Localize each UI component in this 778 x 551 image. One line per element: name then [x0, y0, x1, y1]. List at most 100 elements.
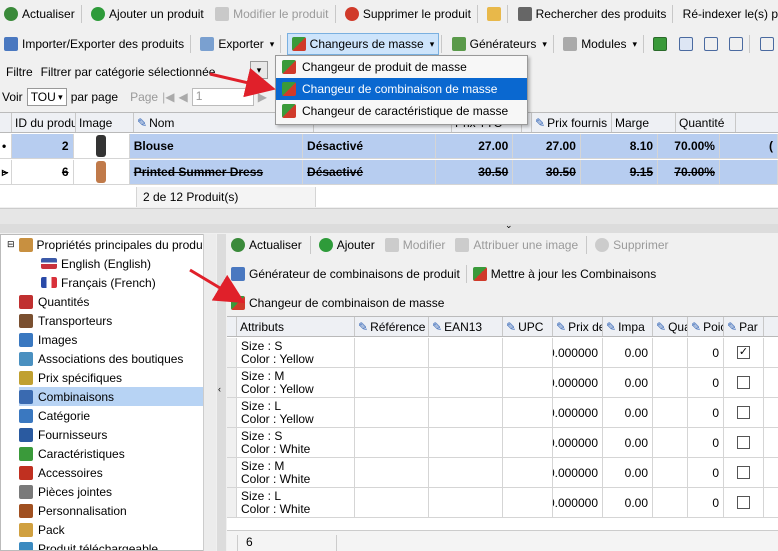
generators-dropdown[interactable]: Générateurs — [448, 33, 551, 55]
default-checkbox[interactable] — [737, 376, 750, 389]
export-dropdown[interactable]: Exporter — [196, 33, 278, 55]
per-page-select[interactable]: TOU ▾ — [26, 88, 67, 106]
tree-lang-fr[interactable]: Français (French) — [41, 273, 156, 292]
tree-item[interactable]: Quantités — [19, 292, 89, 311]
tree-item[interactable]: Combinaisons — [19, 387, 204, 406]
mass-combination-changer-button[interactable]: Changeur de combinaison de masse — [227, 292, 448, 314]
mass-changers-dropdown[interactable]: Changeurs de masse — [286, 33, 440, 55]
vertical-splitter[interactable]: ‹ — [217, 234, 226, 551]
combo-add-button[interactable]: Ajouter — [315, 234, 379, 256]
product-grid: ID du produi Image ✎Nom Prix TTC ✎Prix f… — [0, 112, 778, 207]
default-checkbox[interactable]: ✓ — [737, 346, 750, 359]
first-page-icon[interactable]: |◀ — [162, 90, 174, 104]
table-row[interactable]: • 2 Blouse Désactivé 27.00 27.00 8.10 70… — [0, 134, 778, 159]
folder-button[interactable] — [483, 3, 505, 25]
assign-image-button[interactable]: Attribuer une image — [451, 234, 582, 256]
tree-item[interactable]: Caractéristiques — [19, 444, 125, 463]
refresh-icon — [4, 7, 18, 21]
tree-item-icon — [19, 522, 33, 537]
collapse-icon[interactable]: ⌄ — [505, 220, 513, 231]
export-icon — [200, 37, 215, 51]
combo-delete-button[interactable]: Supprimer — [591, 234, 672, 256]
delete-icon — [595, 238, 610, 252]
filter-dropdown-button[interactable]: ▾ — [250, 61, 268, 79]
table-row[interactable]: Size : SColor : White0.0000000.000 — [227, 428, 778, 458]
tree-item[interactable]: Pack — [19, 520, 65, 539]
tree-item[interactable]: Transporteurs — [19, 311, 112, 330]
combo-edit-button[interactable]: Modifier — [381, 234, 450, 256]
tree-item[interactable]: Catégorie — [19, 406, 90, 425]
tree-item[interactable]: Associations des boutiques — [19, 349, 183, 368]
modules-icon — [563, 37, 578, 51]
table-row[interactable]: Size : LColor : Yellow0.0000000.000 — [227, 398, 778, 428]
menu-item-product-mass-changer[interactable]: Changeur de produit de masse — [276, 56, 527, 78]
tree-item[interactable]: Personnalisation — [19, 501, 127, 520]
col-weight[interactable]: ✎Poic — [688, 317, 724, 336]
col-supplier-price[interactable]: ✎ Prix fournis — [532, 113, 612, 132]
splitter[interactable]: ⌄ — [0, 220, 778, 233]
edit-product-button[interactable]: Modifier le produit — [211, 3, 332, 25]
col-quantity[interactable]: ✎Qua — [653, 317, 688, 336]
col-ean13[interactable]: ✎ EAN13 — [429, 317, 503, 336]
table-row[interactable]: Size : MColor : Yellow0.0000000.000 — [227, 368, 778, 398]
col-id[interactable]: ID du produi — [12, 113, 76, 132]
pager: Voir TOU ▾ par page Page |◀ ◀ 1 ▶ — [2, 88, 267, 106]
col-default[interactable]: ✎ Par — [724, 317, 764, 336]
add-product-button[interactable]: Ajouter un produit — [87, 3, 208, 25]
tree-item[interactable]: Accessoires — [19, 463, 103, 482]
page-input[interactable]: 1 — [191, 88, 254, 106]
col-reference[interactable]: ✎ Référence — [355, 317, 429, 336]
tree-item[interactable]: Fournisseurs — [19, 425, 107, 444]
col-upc[interactable]: ✎ UPC — [503, 317, 553, 336]
modules-dropdown[interactable]: Modules — [559, 33, 641, 55]
update-combinations-button[interactable]: Mettre à jour les Combinaisons — [469, 263, 660, 285]
collapse-left-icon[interactable]: ‹ — [218, 384, 221, 394]
tree-root[interactable]: ⊟ Propriétés principales du produit — [7, 235, 209, 254]
table-row[interactable]: Size : LColor : White0.0000000.000 — [227, 488, 778, 518]
tree-item-icon — [19, 484, 33, 499]
delete-icon — [344, 7, 359, 21]
next-page-icon[interactable]: ▶ — [258, 90, 267, 104]
tree-item[interactable]: Images — [19, 330, 77, 349]
search-products-button[interactable]: Rechercher des produits — [514, 3, 671, 25]
delete-product-button[interactable]: Supprimer le produit — [341, 3, 475, 25]
default-checkbox[interactable] — [737, 466, 750, 479]
tool-button-2[interactable] — [675, 33, 697, 55]
tree-item[interactable]: Pièces jointes — [19, 482, 112, 501]
tool-button-3[interactable] — [700, 33, 722, 55]
horizontal-scrollbar[interactable] — [0, 208, 778, 224]
tool-button-1[interactable] — [649, 33, 671, 55]
combo-refresh-button[interactable]: Actualiser — [227, 234, 306, 256]
table-row[interactable]: ▹ 6 Printed Summer Dress Désactivé 30.50… — [0, 160, 778, 185]
default-checkbox[interactable] — [737, 406, 750, 419]
table-row[interactable]: Size : SColor : Yellow0.0000000.000✓ — [227, 338, 778, 368]
tree-item[interactable]: Prix spécifiques — [19, 368, 122, 387]
menu-item-feature-mass-changer[interactable]: Changeur de caractéristique de masse — [276, 100, 527, 122]
import-export-button[interactable]: Importer/Exporter des produits — [0, 33, 188, 55]
menu-item-combination-mass-changer[interactable]: Changeur de combinaison de masse — [276, 78, 527, 100]
col-image[interactable]: Image — [76, 113, 134, 132]
combo-toolbar-3: Changeur de combinaison de masse — [227, 292, 778, 314]
tree-item-icon — [19, 427, 33, 442]
default-checkbox[interactable] — [737, 496, 750, 509]
tool-button-4[interactable] — [725, 33, 747, 55]
combination-generator-button[interactable]: Générateur de combinaisons de produit — [227, 263, 464, 285]
fit-icon — [704, 37, 719, 51]
tree-scrollbar[interactable] — [203, 234, 216, 551]
col-attributes[interactable]: Attributs — [237, 317, 355, 336]
col-price[interactable]: ✎ Prix de — [553, 317, 603, 336]
tree-lang-en[interactable]: English (English) — [41, 254, 151, 273]
col-quantity[interactable]: Quantité — [676, 113, 736, 132]
main-toolbar: Actualiser Ajouter un produit Modifier l… — [0, 0, 778, 28]
table-row[interactable]: Size : MColor : White0.0000000.000 — [227, 458, 778, 488]
tool-button-5[interactable] — [756, 33, 778, 55]
default-checkbox[interactable] — [737, 436, 750, 449]
reindex-button[interactable]: Ré-indexer le(s) pro — [679, 3, 778, 25]
prev-page-icon[interactable]: ◀ — [178, 90, 187, 104]
col-impact[interactable]: ✎ Impa — [603, 317, 653, 336]
tree-item[interactable]: Produit téléchargeable — [19, 539, 158, 550]
filter-select[interactable]: Filtrer par catégorie sélectionnée — [41, 65, 216, 79]
col-margin[interactable]: Marge — [612, 113, 676, 132]
image-icon — [455, 238, 470, 252]
refresh-button[interactable]: Actualiser — [0, 3, 79, 25]
